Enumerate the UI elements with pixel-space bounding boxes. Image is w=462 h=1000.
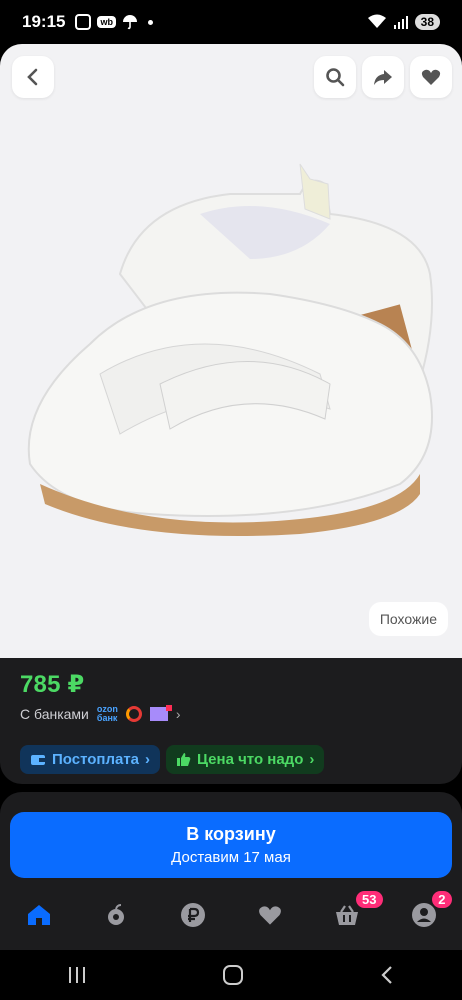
- bank-offers-row[interactable]: С банками ozon банк ›: [20, 705, 442, 723]
- banks-label: С банками: [20, 706, 89, 722]
- bank-logo-purple: [149, 705, 172, 721]
- tab-favorites[interactable]: [250, 895, 290, 935]
- delivery-date: Доставим 17 мая: [171, 849, 291, 866]
- basket-icon: [335, 905, 358, 925]
- home-nav-icon[interactable]: [222, 964, 244, 986]
- notification-dot: [147, 19, 153, 25]
- add-to-cart-button[interactable]: В корзину Доставим 17 мая: [10, 812, 452, 878]
- recent-apps-icon[interactable]: [67, 966, 87, 984]
- back-nav-icon[interactable]: [379, 965, 395, 985]
- profile-icon: [411, 903, 436, 927]
- tab-home[interactable]: [19, 895, 59, 935]
- chevron-left-icon: [27, 68, 38, 86]
- favorite-button[interactable]: [410, 56, 452, 98]
- good-price-pill[interactable]: Цена что надо ›: [166, 745, 325, 774]
- heart-icon: [258, 906, 281, 925]
- home-icon: [27, 905, 50, 925]
- product-info: 785 ₽ С банками ozon банк › Постоплата › …: [0, 658, 462, 784]
- umbrella-icon: [122, 15, 137, 30]
- screenshot-icon: [75, 14, 92, 30]
- tab-profile[interactable]: 2: [404, 891, 452, 935]
- status-time: 19:15: [22, 12, 66, 31]
- battery-indicator: 38: [414, 14, 440, 30]
- ozon-bank-logo: ozon банк: [96, 704, 118, 723]
- wb-app-icon: wb: [97, 16, 116, 28]
- search-icon: [326, 68, 345, 87]
- signal-icon: [393, 16, 408, 29]
- back-button[interactable]: [12, 56, 54, 98]
- similar-button[interactable]: Похожие: [368, 602, 448, 636]
- product-price: 785 ₽: [20, 671, 85, 698]
- wifi-icon: [367, 14, 386, 28]
- purchase-sheet: В корзину Доставим 17 мая: [0, 792, 462, 892]
- cart-button-title: В корзину: [186, 824, 276, 844]
- chevron-right-icon: ›: [309, 751, 315, 768]
- heart-icon: [421, 69, 441, 85]
- bottom-tab-bar: 53 2: [0, 880, 462, 950]
- share-icon: [374, 70, 392, 85]
- thumbs-up-icon: [177, 753, 191, 766]
- product-image: [27, 163, 433, 536]
- product-card: Похожие 785 ₽ С банками ozon банк › Посто…: [0, 44, 462, 784]
- product-photo[interactable]: Похожие: [0, 44, 462, 658]
- good-price-label: Цена что надо: [197, 751, 304, 768]
- status-bar: 19:15 wb 38: [0, 0, 462, 44]
- profile-badge: 2: [432, 891, 452, 908]
- cart-count-badge: 53: [356, 891, 383, 908]
- postpay-pill[interactable]: Постоплата ›: [20, 745, 161, 774]
- ruble-icon: [180, 903, 205, 927]
- share-button[interactable]: [362, 56, 404, 98]
- system-nav-bar: [0, 950, 462, 1000]
- feature-pills: Постоплата › Цена что надо ›: [20, 745, 442, 774]
- shoe-front: [27, 291, 433, 536]
- search-button[interactable]: [314, 56, 356, 98]
- tab-cart[interactable]: 53: [327, 891, 383, 935]
- apple-icon: [107, 904, 124, 925]
- chevron-right-icon: ›: [175, 706, 181, 722]
- postpay-label: Постоплата: [52, 751, 140, 768]
- tab-catalog[interactable]: [96, 895, 136, 935]
- tab-finance[interactable]: [173, 895, 213, 935]
- bank-logo-red: [125, 706, 142, 722]
- chevron-right-icon: ›: [145, 751, 151, 768]
- wallet-icon: [31, 754, 45, 765]
